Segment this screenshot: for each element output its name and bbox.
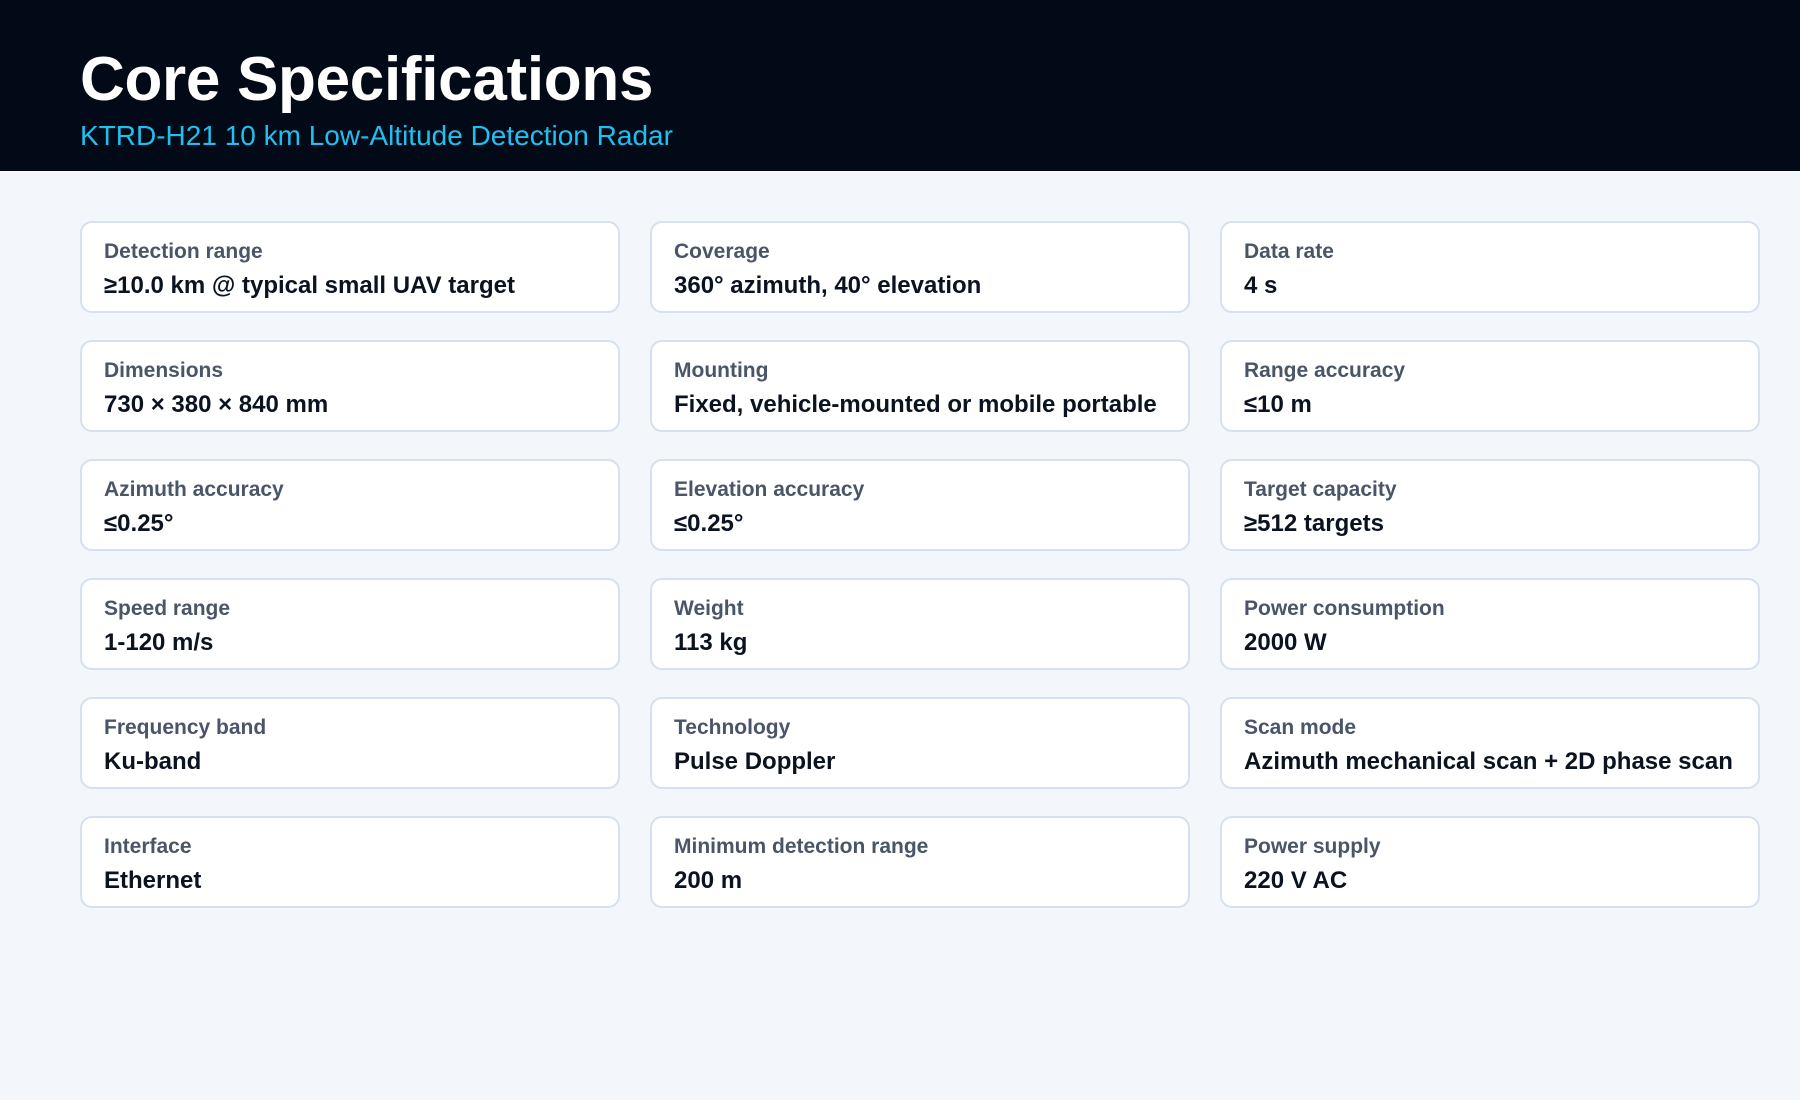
spec-card-range-accuracy: Range accuracy ≤10 m	[1220, 340, 1760, 432]
spec-value: ≥10.0 km @ typical small UAV target	[104, 272, 515, 299]
spec-label: Elevation accuracy	[674, 478, 865, 501]
spec-label: Azimuth accuracy	[104, 478, 284, 501]
spec-value: 200 m	[674, 867, 743, 894]
spec-value: Ku-band	[104, 748, 202, 775]
page-title: Core Specifications	[80, 45, 654, 114]
spec-label: Target capacity	[1244, 478, 1397, 501]
spec-label: Detection range	[104, 240, 263, 263]
spec-label: Power supply	[1244, 835, 1381, 858]
spec-value: ≤10 m	[1244, 391, 1312, 418]
spec-value: 360° azimuth, 40° elevation	[674, 272, 982, 299]
spec-value: ≤0.25°	[104, 510, 174, 537]
spec-label: Scan mode	[1244, 716, 1357, 739]
spec-label: Data rate	[1244, 240, 1334, 263]
spec-value: Ethernet	[104, 867, 202, 894]
spec-label: Speed range	[104, 597, 231, 620]
spec-label: Interface	[104, 835, 192, 858]
spec-value: 730 × 380 × 840 mm	[104, 391, 329, 418]
spec-label: Dimensions	[104, 359, 224, 382]
spec-label: Mounting	[674, 359, 769, 382]
spec-value: 2000 W	[1244, 629, 1327, 656]
spec-value: ≥512 targets	[1244, 510, 1384, 537]
spec-value: Pulse Doppler	[674, 748, 836, 775]
spec-value: Fixed, vehicle-mounted or mobile portabl…	[674, 391, 1157, 418]
spec-card-technology: Technology Pulse Doppler	[650, 697, 1190, 789]
spec-value: 113 kg	[674, 629, 748, 656]
spec-card-mounting: Mounting Fixed, vehicle-mounted or mobil…	[650, 340, 1190, 432]
spec-card-azimuth-accuracy: Azimuth accuracy ≤0.25°	[80, 459, 620, 551]
spec-card-data-rate: Data rate 4 s	[1220, 221, 1760, 313]
spec-value: 220 V AC	[1244, 867, 1348, 894]
page-header: Core Specifications KTRD-H21 10 km Low-A…	[0, 0, 1800, 171]
spec-label: Frequency band	[104, 716, 267, 739]
spec-card-coverage: Coverage 360° azimuth, 40° elevation	[650, 221, 1190, 313]
spec-card-target-capacity: Target capacity ≥512 targets	[1220, 459, 1760, 551]
spec-value: ≤0.25°	[674, 510, 744, 537]
spec-card-interface: Interface Ethernet	[80, 816, 620, 908]
spec-card-detection-range: Detection range ≥10.0 km @ typical small…	[80, 221, 620, 313]
spec-grid: Detection range ≥10.0 km @ typical small…	[0, 171, 1800, 908]
spec-label: Coverage	[674, 240, 770, 263]
spec-label: Technology	[674, 716, 791, 739]
spec-value: Azimuth mechanical scan + 2D phase scan	[1244, 748, 1733, 775]
spec-card-elevation-accuracy: Elevation accuracy ≤0.25°	[650, 459, 1190, 551]
spec-label: Weight	[674, 597, 744, 620]
spec-label: Range accuracy	[1244, 359, 1406, 382]
spec-card-power-supply: Power supply 220 V AC	[1220, 816, 1760, 908]
spec-card-power-consumption: Power consumption 2000 W	[1220, 578, 1760, 670]
spec-card-frequency-band: Frequency band Ku-band	[80, 697, 620, 789]
spec-card-speed-range: Speed range 1-120 m/s	[80, 578, 620, 670]
spec-value: 1-120 m/s	[104, 629, 214, 656]
spec-card-dimensions: Dimensions 730 × 380 × 840 mm	[80, 340, 620, 432]
spec-value: 4 s	[1244, 272, 1278, 299]
spec-card-scan-mode: Scan mode Azimuth mechanical scan + 2D p…	[1220, 697, 1760, 789]
spec-card-weight: Weight 113 kg	[650, 578, 1190, 670]
spec-label: Power consumption	[1244, 597, 1445, 620]
spec-label: Minimum detection range	[674, 835, 929, 858]
page-subtitle: KTRD-H21 10 km Low-Altitude Detection Ra…	[80, 120, 673, 151]
spec-card-minimum-detection-range: Minimum detection range 200 m	[650, 816, 1190, 908]
